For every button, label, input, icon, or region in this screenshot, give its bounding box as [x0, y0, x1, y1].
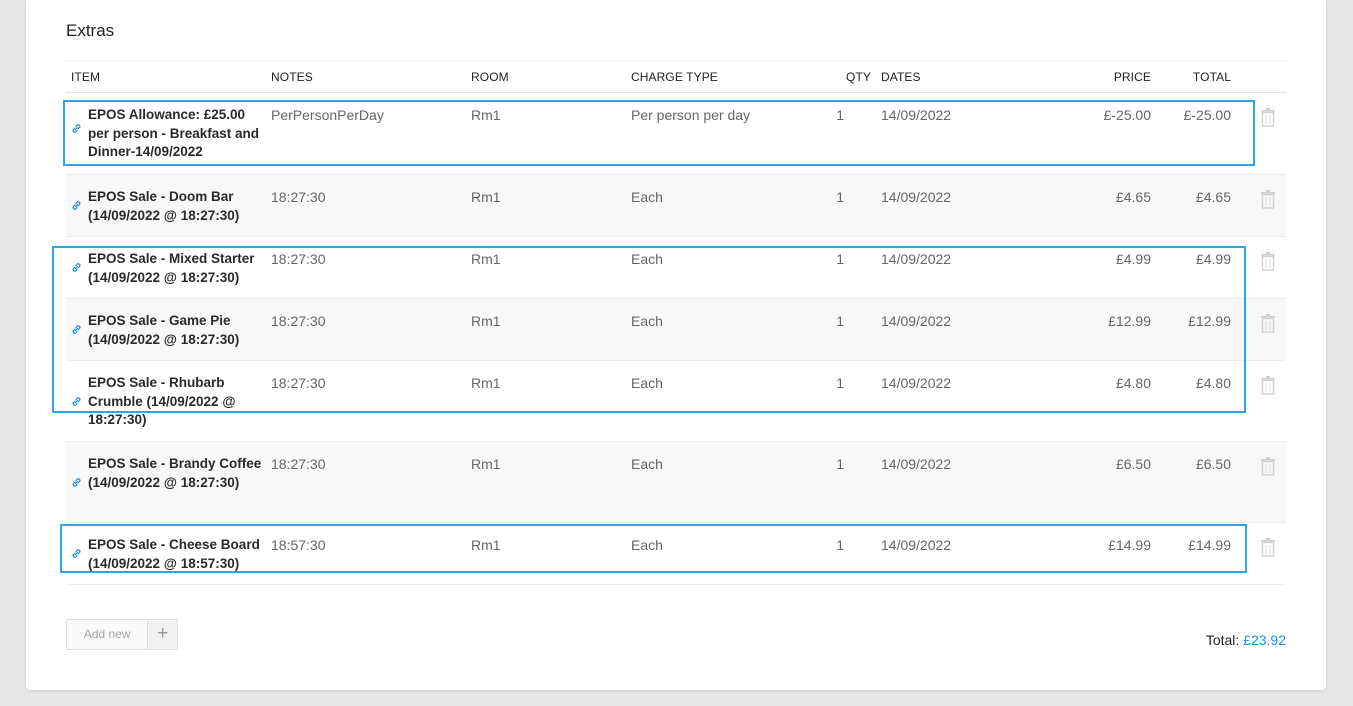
total-cell: £4.80: [1195, 375, 1231, 391]
table-row[interactable]: EPOS Sale - Rhubarb Crumble (14/09/2022 …: [66, 361, 1286, 442]
price-cell: £4.80: [1115, 375, 1151, 391]
table-header: ITEM NOTES ROOM CHARGE TYPE QTY DATES PR…: [66, 60, 1286, 93]
qty-cell: 1: [836, 107, 844, 123]
item-name: EPOS Sale - Doom Bar (14/09/2022 @ 18:27…: [88, 189, 240, 223]
link-icon[interactable]: [71, 260, 82, 272]
dates-cell: 14/09/2022: [881, 313, 952, 329]
qty-cell: 1: [836, 537, 844, 553]
total-cell: £6.50: [1195, 456, 1231, 472]
column-header-total: TOTAL: [1192, 70, 1231, 84]
column-header-item: ITEM: [71, 70, 101, 84]
dates-cell: 14/09/2022: [881, 189, 952, 205]
table-body: EPOS Allowance: £25.00 per person - Brea…: [66, 93, 1286, 585]
total-cell: £12.99: [1188, 313, 1231, 329]
charge-type-cell: Each: [631, 251, 663, 267]
total-cell: £4.65: [1195, 189, 1231, 205]
price-cell: £12.99: [1108, 313, 1151, 329]
room-cell: Rm1: [471, 375, 501, 391]
notes-cell: 18:27:30: [271, 375, 326, 391]
item-name: EPOS Sale - Mixed Starter (14/09/2022 @ …: [88, 251, 255, 285]
room-cell: Rm1: [471, 456, 501, 472]
total-label: Total:: [1205, 632, 1240, 648]
item-name: EPOS Sale - Brandy Coffee (14/09/2022 @ …: [88, 456, 262, 490]
extras-panel: Extras ITEM NOTES ROOM CHARGE TYPE QTY D…: [26, 0, 1326, 690]
add-new-label: Add new: [83, 627, 131, 641]
link-icon[interactable]: [71, 475, 82, 487]
charge-type-cell: Each: [631, 313, 663, 329]
item-name: EPOS Sale - Cheese Board (14/09/2022 @ 1…: [88, 537, 260, 571]
charge-type-cell: Each: [631, 375, 663, 391]
column-header-qty: QTY: [846, 70, 871, 84]
room-cell: Rm1: [471, 313, 501, 329]
notes-cell: PerPersonPerDay: [271, 107, 384, 123]
qty-cell: 1: [836, 251, 844, 267]
section-title: Extras: [66, 21, 115, 40]
dates-cell: 14/09/2022: [881, 537, 952, 553]
column-header-dates: DATES: [881, 70, 921, 84]
link-icon[interactable]: [71, 121, 82, 133]
price-cell: £4.99: [1115, 251, 1151, 267]
item-name: EPOS Sale - Game Pie (14/09/2022 @ 18:27…: [88, 313, 240, 347]
table-row[interactable]: EPOS Sale - Mixed Starter (14/09/2022 @ …: [66, 237, 1286, 299]
charge-type-cell: Each: [631, 456, 663, 472]
total-cell: £4.99: [1195, 251, 1231, 267]
price-cell: £-25.00: [1103, 107, 1151, 123]
link-icon[interactable]: [71, 198, 82, 210]
table-row[interactable]: EPOS Sale - Doom Bar (14/09/2022 @ 18:27…: [66, 175, 1286, 237]
trash-icon[interactable]: [1260, 456, 1276, 476]
table-row[interactable]: EPOS Sale - Game Pie (14/09/2022 @ 18:27…: [66, 299, 1286, 361]
charge-type-cell: Per person per day: [631, 107, 751, 123]
trash-icon[interactable]: [1260, 313, 1276, 333]
room-cell: Rm1: [471, 107, 501, 123]
column-header-notes: NOTES: [271, 70, 313, 84]
notes-cell: 18:27:30: [271, 456, 326, 472]
room-cell: Rm1: [471, 251, 501, 267]
link-icon[interactable]: [71, 546, 82, 558]
charge-type-cell: Each: [631, 189, 663, 205]
dates-cell: 14/09/2022: [881, 456, 952, 472]
qty-cell: 1: [836, 189, 844, 205]
dates-cell: 14/09/2022: [881, 375, 952, 391]
trash-icon[interactable]: [1260, 375, 1276, 395]
room-cell: Rm1: [471, 537, 501, 553]
total-value: £23.92: [1243, 632, 1286, 648]
extras-table: ITEM NOTES ROOM CHARGE TYPE QTY DATES PR…: [66, 60, 1286, 585]
trash-icon[interactable]: [1260, 537, 1276, 557]
trash-icon[interactable]: [1260, 107, 1276, 127]
room-cell: Rm1: [471, 189, 501, 205]
plus-icon[interactable]: +: [147, 620, 177, 649]
total-cell: £-25.00: [1183, 107, 1231, 123]
notes-cell: 18:27:30: [271, 251, 326, 267]
column-header-charge-type: CHARGE TYPE: [631, 70, 718, 84]
table-row[interactable]: EPOS Allowance: £25.00 per person - Brea…: [66, 93, 1286, 175]
price-cell: £14.99: [1108, 537, 1151, 553]
notes-cell: 18:27:30: [271, 313, 326, 329]
dates-cell: 14/09/2022: [881, 251, 952, 267]
notes-cell: 18:57:30: [271, 537, 326, 553]
item-name: EPOS Sale - Rhubarb Crumble (14/09/2022 …: [88, 375, 236, 427]
link-icon[interactable]: [71, 322, 82, 334]
price-cell: £6.50: [1115, 456, 1151, 472]
qty-cell: 1: [836, 456, 844, 472]
total-cell: £14.99: [1188, 537, 1231, 553]
link-icon[interactable]: [71, 394, 82, 406]
column-header-price: PRICE: [1113, 70, 1151, 84]
charge-type-cell: Each: [631, 537, 663, 553]
table-row[interactable]: EPOS Sale - Brandy Coffee (14/09/2022 @ …: [66, 442, 1286, 523]
grand-total: Total: £23.92: [1206, 632, 1286, 648]
dates-cell: 14/09/2022: [881, 107, 952, 123]
price-cell: £4.65: [1115, 189, 1151, 205]
qty-cell: 1: [836, 375, 844, 391]
trash-icon[interactable]: [1260, 251, 1276, 271]
add-new-button[interactable]: Add new +: [66, 619, 178, 650]
column-header-room: ROOM: [471, 70, 509, 84]
item-name: EPOS Allowance: £25.00 per person - Brea…: [88, 107, 260, 159]
notes-cell: 18:27:30: [271, 189, 326, 205]
trash-icon[interactable]: [1260, 189, 1276, 209]
table-row[interactable]: EPOS Sale - Cheese Board (14/09/2022 @ 1…: [66, 523, 1286, 585]
qty-cell: 1: [836, 313, 844, 329]
